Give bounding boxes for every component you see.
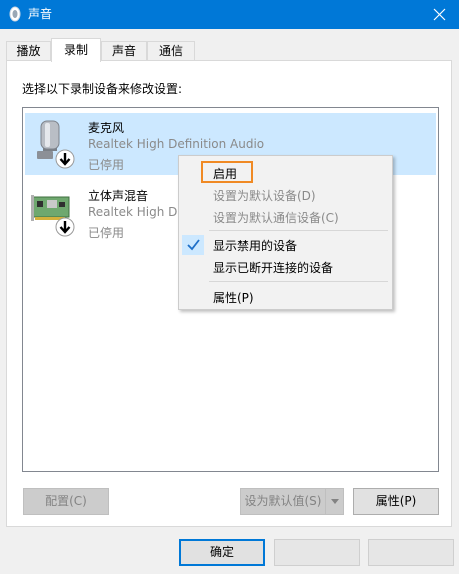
tab-playback[interactable]: 播放 xyxy=(6,41,51,61)
ok-button[interactable]: 确定 xyxy=(179,539,265,566)
device-name: 立体声混音 xyxy=(88,189,149,203)
device-status: 已停用 xyxy=(88,158,125,172)
menu-item-set-default-device[interactable]: 设置为默认设备(D) xyxy=(213,187,316,204)
menu-separator xyxy=(209,281,388,282)
menu-item-enable[interactable]: 启用 xyxy=(213,165,237,182)
tab-communications[interactable]: 通信 xyxy=(147,41,195,61)
cancel-button[interactable] xyxy=(274,539,360,566)
configure-button[interactable]: 配置(C) xyxy=(23,488,109,515)
set-default-label: 设为默认值(S) xyxy=(244,494,322,508)
menu-separator xyxy=(209,230,388,231)
chevron-down-icon xyxy=(331,499,339,504)
menu-item-show-disabled[interactable]: 显示禁用的设备 xyxy=(213,237,297,254)
device-name: 麦克风 xyxy=(88,121,125,135)
close-button[interactable] xyxy=(421,0,459,29)
close-icon xyxy=(433,8,446,21)
device-driver: Realtek High Definition Audio xyxy=(88,137,265,151)
apply-button[interactable] xyxy=(368,539,454,566)
tab-recording[interactable]: 录制 xyxy=(51,38,101,62)
checkmark-background xyxy=(182,235,204,255)
microphone-icon xyxy=(29,117,79,169)
device-driver: Realtek High De xyxy=(88,205,185,219)
set-default-dropdown[interactable] xyxy=(325,489,343,514)
set-default-button[interactable]: 设为默认值(S) xyxy=(240,488,344,515)
title-bar: 声音 xyxy=(0,0,459,29)
device-status: 已停用 xyxy=(88,226,125,240)
window-title: 声音 xyxy=(28,7,53,21)
context-menu: 启用 设置为默认设备(D) 设置为默认通信设备(C) 显示禁用的设备 显示已断开… xyxy=(178,155,393,310)
checkmark-icon xyxy=(187,239,200,251)
menu-item-properties[interactable]: 属性(P) xyxy=(213,289,254,306)
instruction-text: 选择以下录制设备来修改设置: xyxy=(22,82,183,96)
tab-sounds[interactable]: 声音 xyxy=(101,41,147,61)
speaker-icon xyxy=(7,6,23,22)
menu-item-set-default-comm-device[interactable]: 设置为默认通信设备(C) xyxy=(213,209,339,226)
properties-button[interactable]: 属性(P) xyxy=(353,488,439,515)
menu-item-show-disconnected[interactable]: 显示已断开连接的设备 xyxy=(213,259,333,276)
sound-card-icon xyxy=(29,185,79,237)
